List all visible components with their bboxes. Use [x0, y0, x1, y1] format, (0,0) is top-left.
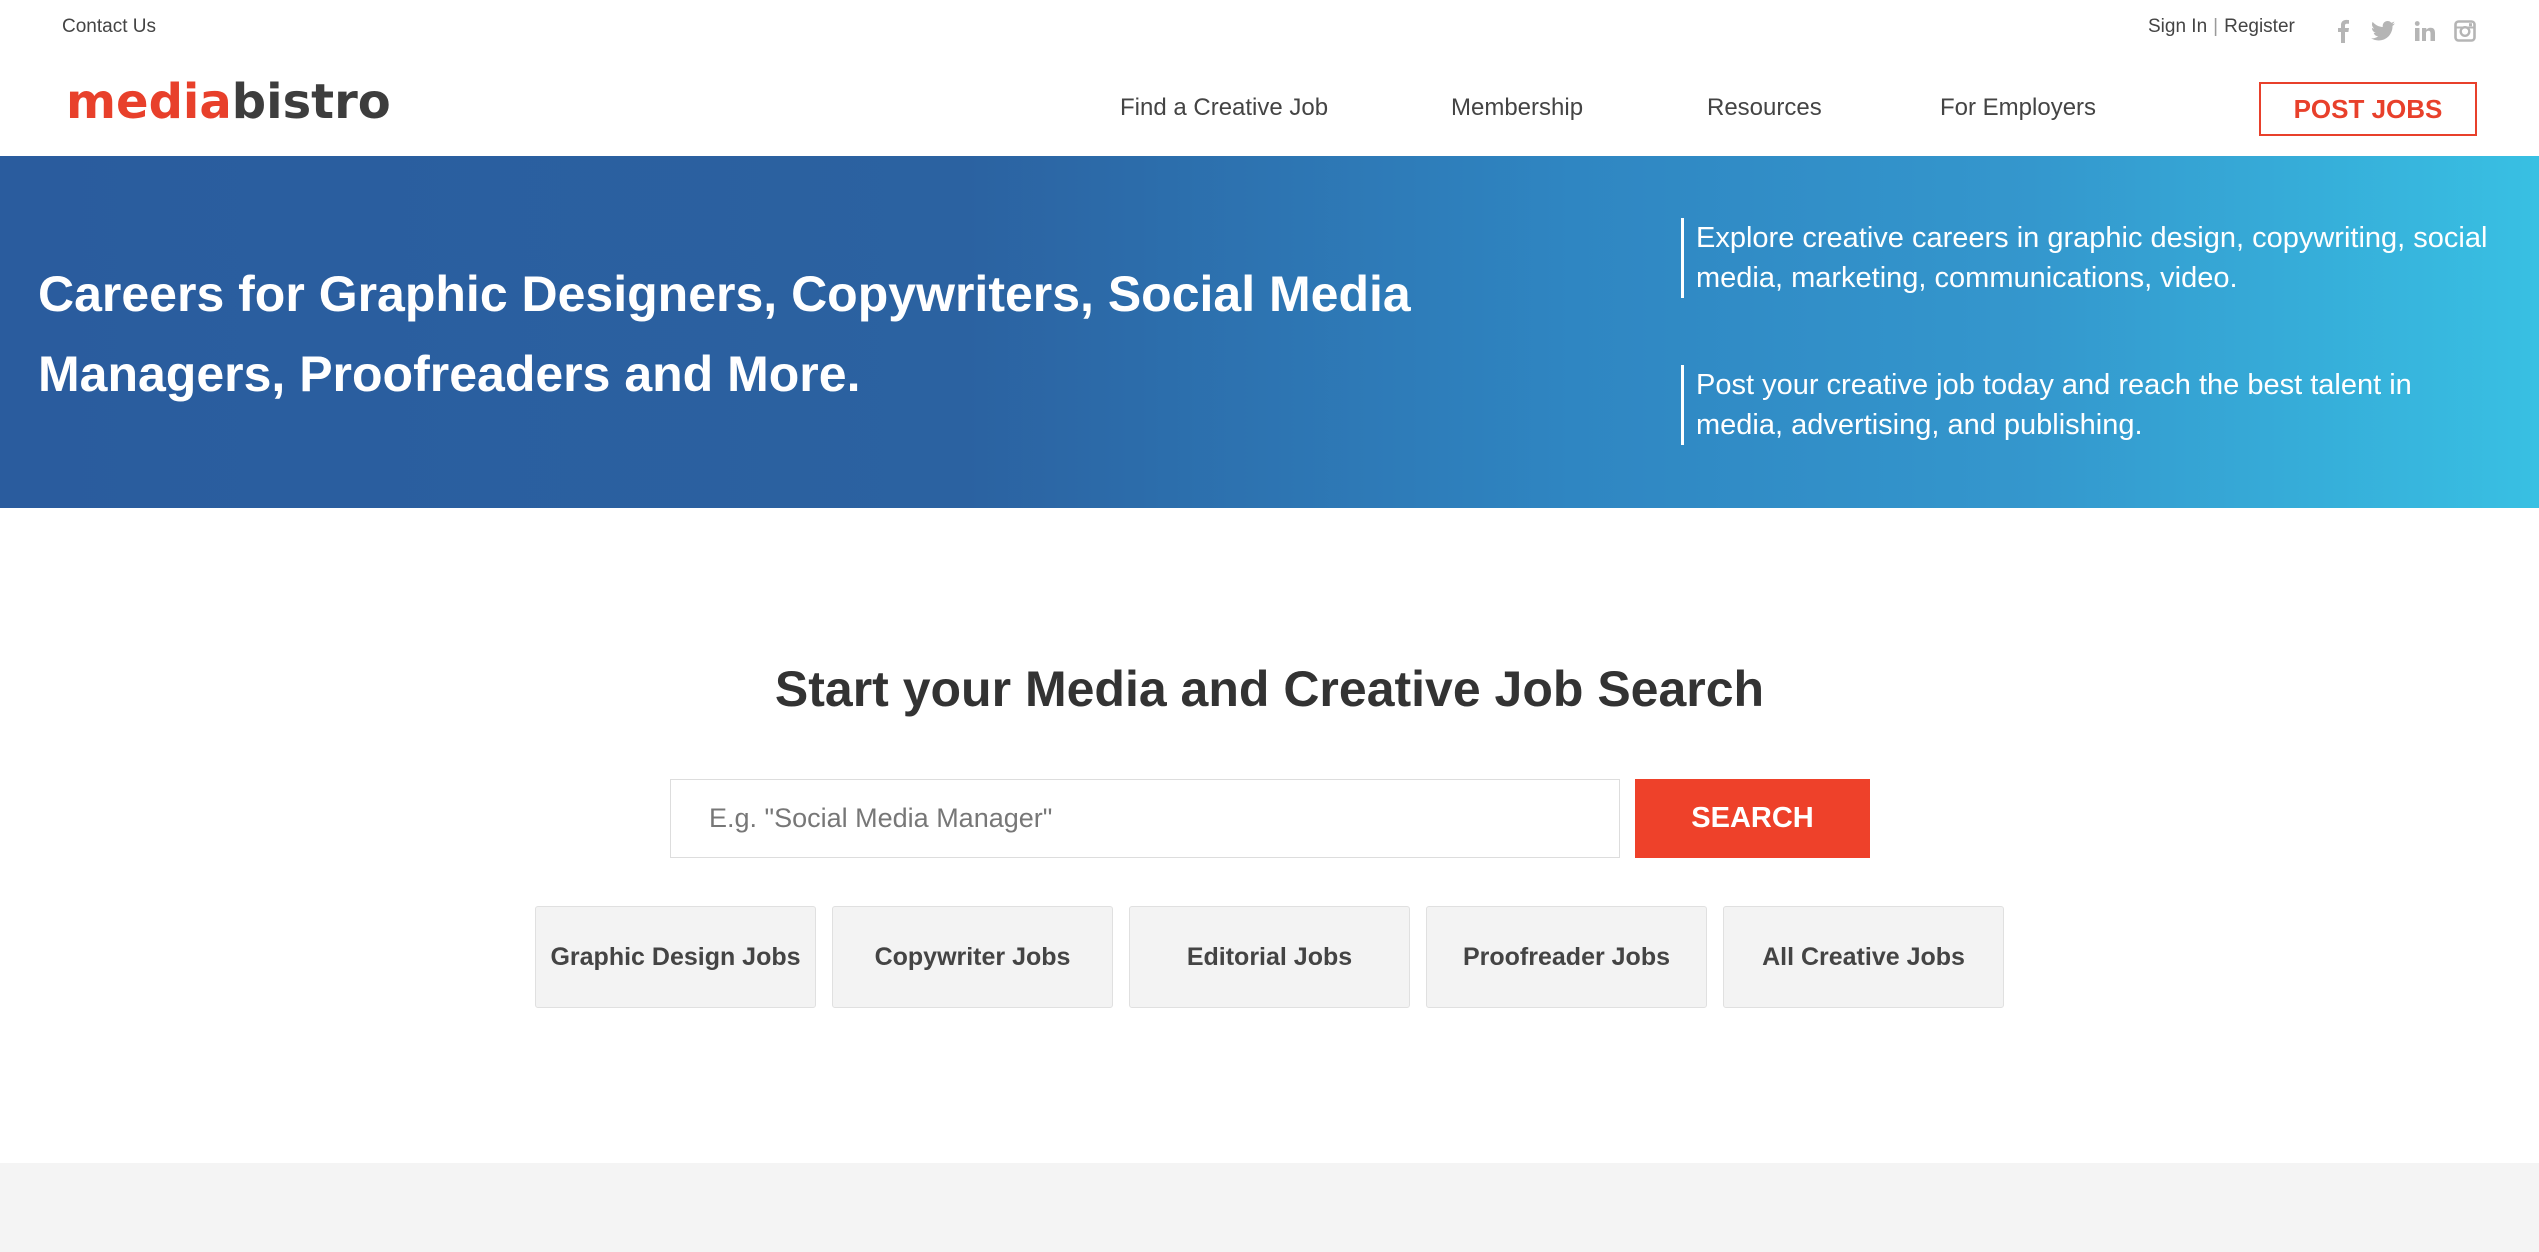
quick-link-graphic-design-jobs[interactable]: Graphic Design Jobs [535, 906, 816, 1008]
main-navbar: mediabistro Find a Creative Job Membersh… [0, 58, 2539, 156]
linkedin-icon[interactable] [2413, 18, 2437, 44]
facebook-icon[interactable] [2332, 18, 2354, 44]
nav-find-a-creative-job[interactable]: Find a Creative Job [1120, 94, 1328, 122]
logo-media-text: media [66, 74, 232, 130]
hero-banner: Careers for Graphic Designers, Copywrite… [0, 156, 2539, 508]
quick-link-editorial-jobs[interactable]: Editorial Jobs [1129, 906, 1410, 1008]
search-section-title: Start your Media and Creative Job Search [774, 661, 1765, 717]
quick-link-proofreader-jobs[interactable]: Proofreader Jobs [1426, 906, 1707, 1008]
logo-bistro-text: bistro [231, 74, 391, 130]
twitter-icon[interactable] [2370, 18, 2396, 44]
mediabistro-logo[interactable]: mediabistro [66, 78, 391, 126]
instagram-icon[interactable] [2453, 18, 2477, 44]
hero-title: Careers for Graphic Designers, Copywrite… [38, 266, 1411, 402]
post-jobs-button[interactable]: POST JOBS [2259, 82, 2477, 136]
quick-link-copywriter-jobs[interactable]: Copywriter Jobs [832, 906, 1113, 1008]
auth-separator: | [2213, 16, 2219, 37]
quick-link-all-creative-jobs[interactable]: All Creative Jobs [1723, 906, 2004, 1008]
footer-section-top [0, 1163, 2539, 1252]
hero-point-explore: Explore creative careers in graphic desi… [1681, 218, 2501, 298]
auth-links: Sign In | Register [2148, 16, 2295, 38]
nav-resources[interactable]: Resources [1707, 94, 1822, 122]
hero-point-post: Post your creative job today and reach t… [1681, 365, 2501, 445]
top-utility-bar: Contact Us Sign In | Register [0, 0, 2539, 58]
contact-us-link[interactable]: Contact Us [62, 16, 156, 38]
job-search-input[interactable] [670, 779, 1620, 858]
search-button[interactable]: SEARCH [1635, 779, 1870, 858]
nav-membership[interactable]: Membership [1451, 94, 1583, 122]
sign-in-link[interactable]: Sign In [2148, 16, 2207, 37]
nav-for-employers[interactable]: For Employers [1940, 94, 2096, 122]
register-link[interactable]: Register [2224, 16, 2295, 37]
